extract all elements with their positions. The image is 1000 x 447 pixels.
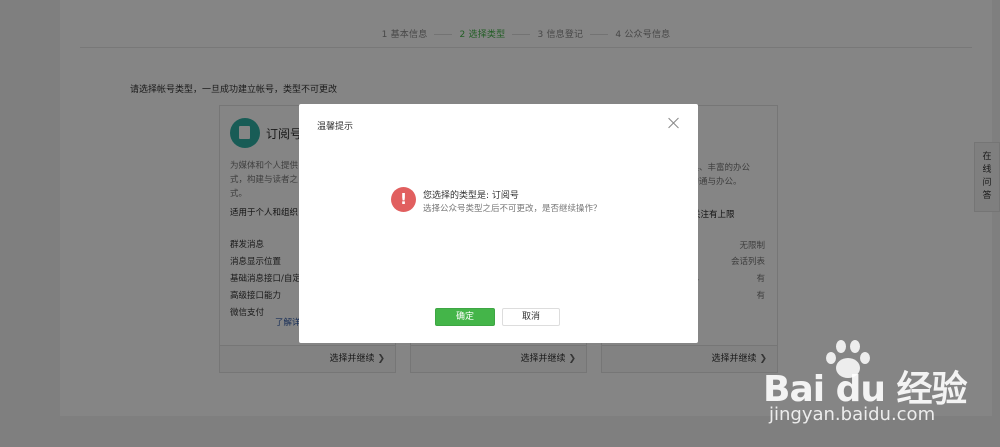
baidu-jingyan-watermark: Bai du 经验 jingyan.baidu.com: [763, 340, 993, 440]
dialog-title: 温馨提示: [317, 122, 354, 132]
warning-icon: !: [391, 187, 416, 212]
dialog-submessage: 选择公众号类型之后不可更改，是否继续操作？: [423, 204, 602, 214]
close-icon[interactable]: [667, 116, 681, 130]
dialog-message: 您选择的类型是: 订阅号: [423, 191, 519, 201]
cancel-button[interactable]: 取消: [502, 308, 560, 326]
confirm-dialog: 温馨提示 ! 您选择的类型是: 订阅号 选择公众号类型之后不可更改，是否继续操作…: [299, 104, 698, 343]
confirm-button[interactable]: 确定: [435, 308, 495, 326]
watermark-url: jingyan.baidu.com: [769, 404, 936, 425]
